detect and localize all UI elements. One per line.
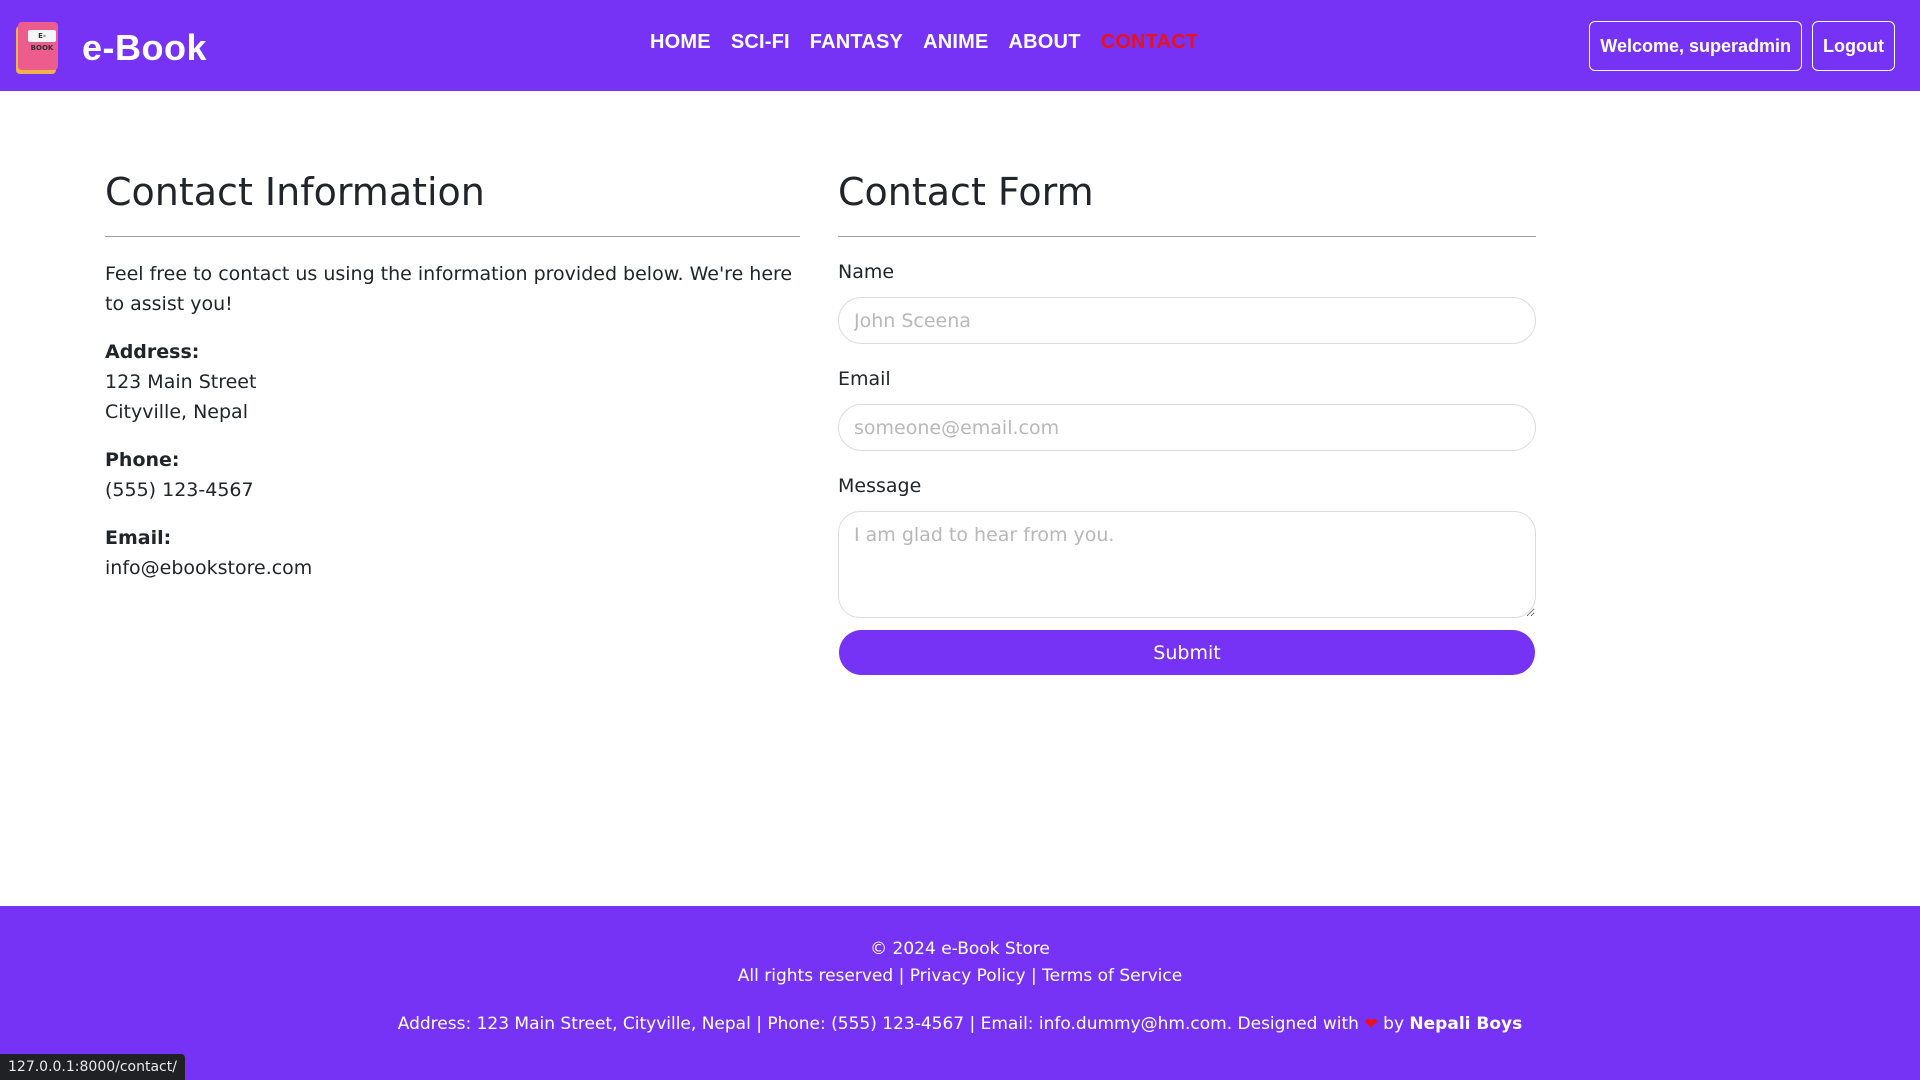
nav-links: HOME SCI-FI FANTASY ANIME ABOUT CONTACT bbox=[650, 31, 1218, 54]
message-textarea[interactable] bbox=[838, 511, 1536, 618]
address-label: Address: bbox=[105, 341, 200, 363]
status-bar-url: 127.0.0.1:8000/contact/ bbox=[0, 1054, 185, 1080]
contact-info-section: Contact Information Feel free to contact… bbox=[105, 166, 800, 583]
contact-form-section: Contact Form Name Email Message Submit bbox=[838, 166, 1536, 675]
footer-contact-text: Address: 123 Main Street, Cityville, Nep… bbox=[397, 1014, 1359, 1034]
email-label: Email: bbox=[105, 527, 172, 549]
message-label: Message bbox=[838, 475, 922, 497]
address-block: Address: 123 Main Street Cityville, Nepa… bbox=[105, 337, 800, 427]
terms-of-service-link[interactable]: Terms of Service bbox=[1042, 966, 1182, 986]
phone-value: (555) 123-4567 bbox=[105, 479, 254, 501]
book-logo-icon: E-BOOK bbox=[16, 22, 60, 74]
footer-by: by bbox=[1383, 1014, 1405, 1034]
nav-item-anime[interactable]: ANIME bbox=[923, 31, 988, 54]
welcome-button[interactable]: Welcome, superadmin bbox=[1589, 21, 1803, 71]
logo-label: E-BOOK bbox=[28, 30, 56, 52]
name-input[interactable] bbox=[838, 297, 1536, 344]
nav-item-fantasy[interactable]: FANTASY bbox=[810, 31, 903, 54]
footer-rights: All rights reserved bbox=[737, 966, 894, 986]
heart-icon: ❤ bbox=[1364, 1014, 1378, 1033]
email-field-label: Email bbox=[838, 368, 891, 390]
address-line-2: Cityville, Nepal bbox=[105, 401, 248, 423]
phone-block: Phone: (555) 123-4567 bbox=[105, 445, 800, 505]
address-line-1: 123 Main Street bbox=[105, 371, 257, 393]
brand[interactable]: E-BOOK e-Book bbox=[16, 22, 207, 74]
footer-contact-line: Address: 123 Main Street, Cityville, Nep… bbox=[0, 1010, 1920, 1038]
logout-button[interactable]: Logout bbox=[1812, 21, 1895, 71]
privacy-policy-link[interactable]: Privacy Policy bbox=[910, 966, 1026, 986]
contact-intro: Feel free to contact us using the inform… bbox=[105, 263, 793, 315]
phone-label: Phone: bbox=[105, 449, 180, 471]
brand-name: e-Book bbox=[82, 27, 208, 68]
footer-separator: | bbox=[1030, 966, 1037, 986]
email-input[interactable] bbox=[838, 404, 1536, 451]
footer-designer: Nepali Boys bbox=[1409, 1014, 1523, 1034]
footer-copyright: © 2024 e-Book Store bbox=[870, 939, 1050, 959]
contact-info-title: Contact Information bbox=[105, 166, 800, 237]
contact-form-title: Contact Form bbox=[838, 166, 1536, 237]
footer-links: All rights reserved | Privacy Policy | T… bbox=[0, 962, 1920, 990]
nav-item-contact[interactable]: CONTACT bbox=[1101, 31, 1199, 54]
footer: © 2024 e-Book Store All rights reserved … bbox=[0, 906, 1920, 1080]
footer-separator: | bbox=[898, 966, 905, 986]
email-block: Email: info@ebookstore.com bbox=[105, 523, 800, 583]
nav-item-about[interactable]: ABOUT bbox=[1009, 31, 1081, 54]
nav-item-sci-fi[interactable]: SCI-FI bbox=[731, 31, 790, 54]
nav-item-home[interactable]: HOME bbox=[650, 31, 711, 54]
submit-button[interactable]: Submit bbox=[839, 630, 1535, 675]
email-value: info@ebookstore.com bbox=[105, 557, 313, 579]
name-label: Name bbox=[838, 261, 895, 283]
navbar: E-BOOK e-Book HOME SCI-FI FANTASY ANIME … bbox=[0, 0, 1920, 91]
user-actions: Welcome, superadmin Logout bbox=[1589, 21, 1895, 71]
